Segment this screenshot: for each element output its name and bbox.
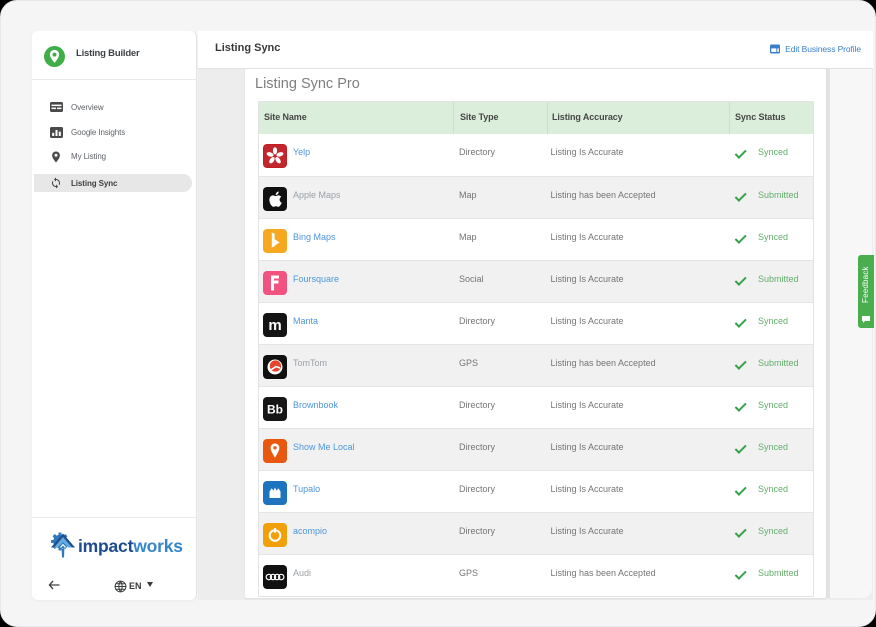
svg-text:Bb: Bb [267,403,283,417]
svg-text:m: m [268,317,281,334]
